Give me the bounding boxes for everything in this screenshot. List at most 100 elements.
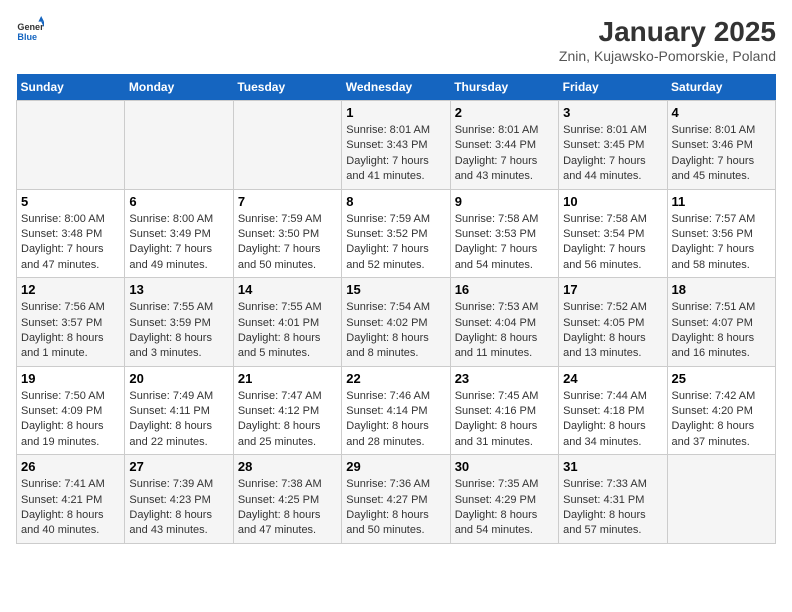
calendar-cell: 1 Sunrise: 8:01 AM Sunset: 3:43 PM Daylig… <box>342 101 450 190</box>
calendar-cell: 9 Sunrise: 7:58 AM Sunset: 3:53 PM Daylig… <box>450 189 558 278</box>
day-number: 29 <box>346 459 445 474</box>
day-info: Sunrise: 7:42 AM Sunset: 4:20 PM Dayligh… <box>672 389 771 451</box>
page-header: General Blue January 2025 Znin, Kujawsko… <box>16 16 776 64</box>
calendar-cell: 4Sunrise: 8:01 AM Sunset: 3:46 PM Daylig… <box>667 101 775 190</box>
calendar-cell: 18Sunrise: 7:51 AM Sunset: 4:07 PM Dayli… <box>667 278 775 367</box>
day-info: Sunrise: 7:59 AM Sunset: 3:52 PM Dayligh… <box>346 212 445 274</box>
svg-text:Blue: Blue <box>17 32 37 42</box>
day-number: 4 <box>672 105 771 120</box>
day-number: 27 <box>129 459 228 474</box>
day-number: 20 <box>129 371 228 386</box>
logo: General Blue <box>16 16 44 44</box>
calendar-cell: 2Sunrise: 8:01 AM Sunset: 3:44 PM Daylig… <box>450 101 558 190</box>
day-info: Sunrise: 7:59 AM Sunset: 3:50 PM Dayligh… <box>238 212 337 274</box>
calendar-cell: 10 Sunrise: 7:58 AM Sunset: 3:54 PM Dayli… <box>559 189 667 278</box>
day-number: 25 <box>672 371 771 386</box>
day-info: Sunrise: 8:01 AM Sunset: 3:45 PM Dayligh… <box>563 123 662 185</box>
day-info: Sunrise: 7:52 AM Sunset: 4:05 PM Dayligh… <box>563 300 662 362</box>
day-info: Sunrise: 7:58 AM Sunset: 3:54 PM Dayligh… <box>563 212 662 274</box>
page-subtitle: Znin, Kujawsko-Pomorskie, Poland <box>559 48 776 64</box>
day-number: 24 <box>563 371 662 386</box>
calendar-cell: 31 Sunrise: 7:33 AM Sunset: 4:31 PM Dayli… <box>559 455 667 544</box>
day-info: Sunrise: 7:45 AM Sunset: 4:16 PM Dayligh… <box>455 389 554 451</box>
calendar-week-row: 19 Sunrise: 7:50 AM Sunset: 4:09 PM Dayli… <box>17 366 776 455</box>
day-info: Sunrise: 8:00 AM Sunset: 3:49 PM Dayligh… <box>129 212 228 274</box>
day-info: Sunrise: 7:58 AM Sunset: 3:53 PM Dayligh… <box>455 212 554 274</box>
calendar-cell: 28 Sunrise: 7:38 AM Sunset: 4:25 PM Dayli… <box>233 455 341 544</box>
day-info: Sunrise: 7:41 AM Sunset: 4:21 PM Dayligh… <box>21 477 120 539</box>
day-info: Sunrise: 8:00 AM Sunset: 3:48 PM Dayligh… <box>21 212 120 274</box>
calendar-cell: 24Sunrise: 7:44 AM Sunset: 4:18 PM Dayli… <box>559 366 667 455</box>
day-number: 17 <box>563 282 662 297</box>
day-info: Sunrise: 7:51 AM Sunset: 4:07 PM Dayligh… <box>672 300 771 362</box>
calendar-cell: 19 Sunrise: 7:50 AM Sunset: 4:09 PM Dayli… <box>17 366 125 455</box>
day-number: 3 <box>563 105 662 120</box>
day-number: 7 <box>238 194 337 209</box>
calendar-cell: 3 Sunrise: 8:01 AM Sunset: 3:45 PM Daylig… <box>559 101 667 190</box>
day-number: 1 <box>346 105 445 120</box>
day-number: 11 <box>672 194 771 209</box>
day-info: Sunrise: 7:47 AM Sunset: 4:12 PM Dayligh… <box>238 389 337 451</box>
calendar-cell: 7 Sunrise: 7:59 AM Sunset: 3:50 PM Daylig… <box>233 189 341 278</box>
day-header-wednesday: Wednesday <box>342 74 450 101</box>
day-header-friday: Friday <box>559 74 667 101</box>
svg-text:General: General <box>17 22 44 32</box>
day-number: 5 <box>21 194 120 209</box>
day-number: 31 <box>563 459 662 474</box>
day-header-sunday: Sunday <box>17 74 125 101</box>
calendar-cell: 26 Sunrise: 7:41 AM Sunset: 4:21 PM Dayli… <box>17 455 125 544</box>
calendar-cell: 21Sunrise: 7:47 AM Sunset: 4:12 PM Dayli… <box>233 366 341 455</box>
calendar-cell: 16 Sunrise: 7:53 AM Sunset: 4:04 PM Dayli… <box>450 278 558 367</box>
calendar-cell <box>125 101 233 190</box>
day-header-tuesday: Tuesday <box>233 74 341 101</box>
day-info: Sunrise: 7:57 AM Sunset: 3:56 PM Dayligh… <box>672 212 771 274</box>
day-number: 15 <box>346 282 445 297</box>
calendar-cell: 14 Sunrise: 7:55 AM Sunset: 4:01 PM Dayli… <box>233 278 341 367</box>
day-info: Sunrise: 7:54 AM Sunset: 4:02 PM Dayligh… <box>346 300 445 362</box>
calendar-header-row: SundayMondayTuesdayWednesdayThursdayFrid… <box>17 74 776 101</box>
day-number: 9 <box>455 194 554 209</box>
page-title: January 2025 <box>559 16 776 48</box>
calendar-cell: 5 Sunrise: 8:00 AM Sunset: 3:48 PM Daylig… <box>17 189 125 278</box>
title-area: January 2025 Znin, Kujawsko-Pomorskie, P… <box>559 16 776 64</box>
day-number: 13 <box>129 282 228 297</box>
day-info: Sunrise: 8:01 AM Sunset: 3:43 PM Dayligh… <box>346 123 445 185</box>
logo-icon: General Blue <box>16 16 44 44</box>
day-info: Sunrise: 7:53 AM Sunset: 4:04 PM Dayligh… <box>455 300 554 362</box>
day-number: 6 <box>129 194 228 209</box>
day-info: Sunrise: 7:50 AM Sunset: 4:09 PM Dayligh… <box>21 389 120 451</box>
calendar-cell: 27 Sunrise: 7:39 AM Sunset: 4:23 PM Dayli… <box>125 455 233 544</box>
calendar-cell: 23Sunrise: 7:45 AM Sunset: 4:16 PM Dayli… <box>450 366 558 455</box>
day-number: 26 <box>21 459 120 474</box>
day-header-saturday: Saturday <box>667 74 775 101</box>
day-info: Sunrise: 7:38 AM Sunset: 4:25 PM Dayligh… <box>238 477 337 539</box>
calendar-cell: 29Sunrise: 7:36 AM Sunset: 4:27 PM Dayli… <box>342 455 450 544</box>
calendar-week-row: 5 Sunrise: 8:00 AM Sunset: 3:48 PM Daylig… <box>17 189 776 278</box>
calendar-week-row: 1 Sunrise: 8:01 AM Sunset: 3:43 PM Daylig… <box>17 101 776 190</box>
calendar-cell: 8 Sunrise: 7:59 AM Sunset: 3:52 PM Daylig… <box>342 189 450 278</box>
calendar-cell <box>233 101 341 190</box>
day-info: Sunrise: 7:55 AM Sunset: 4:01 PM Dayligh… <box>238 300 337 362</box>
day-number: 10 <box>563 194 662 209</box>
calendar-cell <box>667 455 775 544</box>
calendar-cell: 22Sunrise: 7:46 AM Sunset: 4:14 PM Dayli… <box>342 366 450 455</box>
day-number: 28 <box>238 459 337 474</box>
day-number: 8 <box>346 194 445 209</box>
calendar-table: SundayMondayTuesdayWednesdayThursdayFrid… <box>16 74 776 544</box>
calendar-cell: 20Sunrise: 7:49 AM Sunset: 4:11 PM Dayli… <box>125 366 233 455</box>
day-info: Sunrise: 7:33 AM Sunset: 4:31 PM Dayligh… <box>563 477 662 539</box>
day-number: 19 <box>21 371 120 386</box>
calendar-cell <box>17 101 125 190</box>
day-info: Sunrise: 7:55 AM Sunset: 3:59 PM Dayligh… <box>129 300 228 362</box>
calendar-cell: 12Sunrise: 7:56 AM Sunset: 3:57 PM Dayli… <box>17 278 125 367</box>
calendar-cell: 11 Sunrise: 7:57 AM Sunset: 3:56 PM Dayli… <box>667 189 775 278</box>
day-number: 14 <box>238 282 337 297</box>
calendar-cell: 17 Sunrise: 7:52 AM Sunset: 4:05 PM Dayli… <box>559 278 667 367</box>
calendar-cell: 30 Sunrise: 7:35 AM Sunset: 4:29 PM Dayli… <box>450 455 558 544</box>
day-number: 16 <box>455 282 554 297</box>
day-info: Sunrise: 7:35 AM Sunset: 4:29 PM Dayligh… <box>455 477 554 539</box>
day-info: Sunrise: 7:39 AM Sunset: 4:23 PM Dayligh… <box>129 477 228 539</box>
calendar-cell: 6 Sunrise: 8:00 AM Sunset: 3:49 PM Daylig… <box>125 189 233 278</box>
day-number: 30 <box>455 459 554 474</box>
day-header-thursday: Thursday <box>450 74 558 101</box>
